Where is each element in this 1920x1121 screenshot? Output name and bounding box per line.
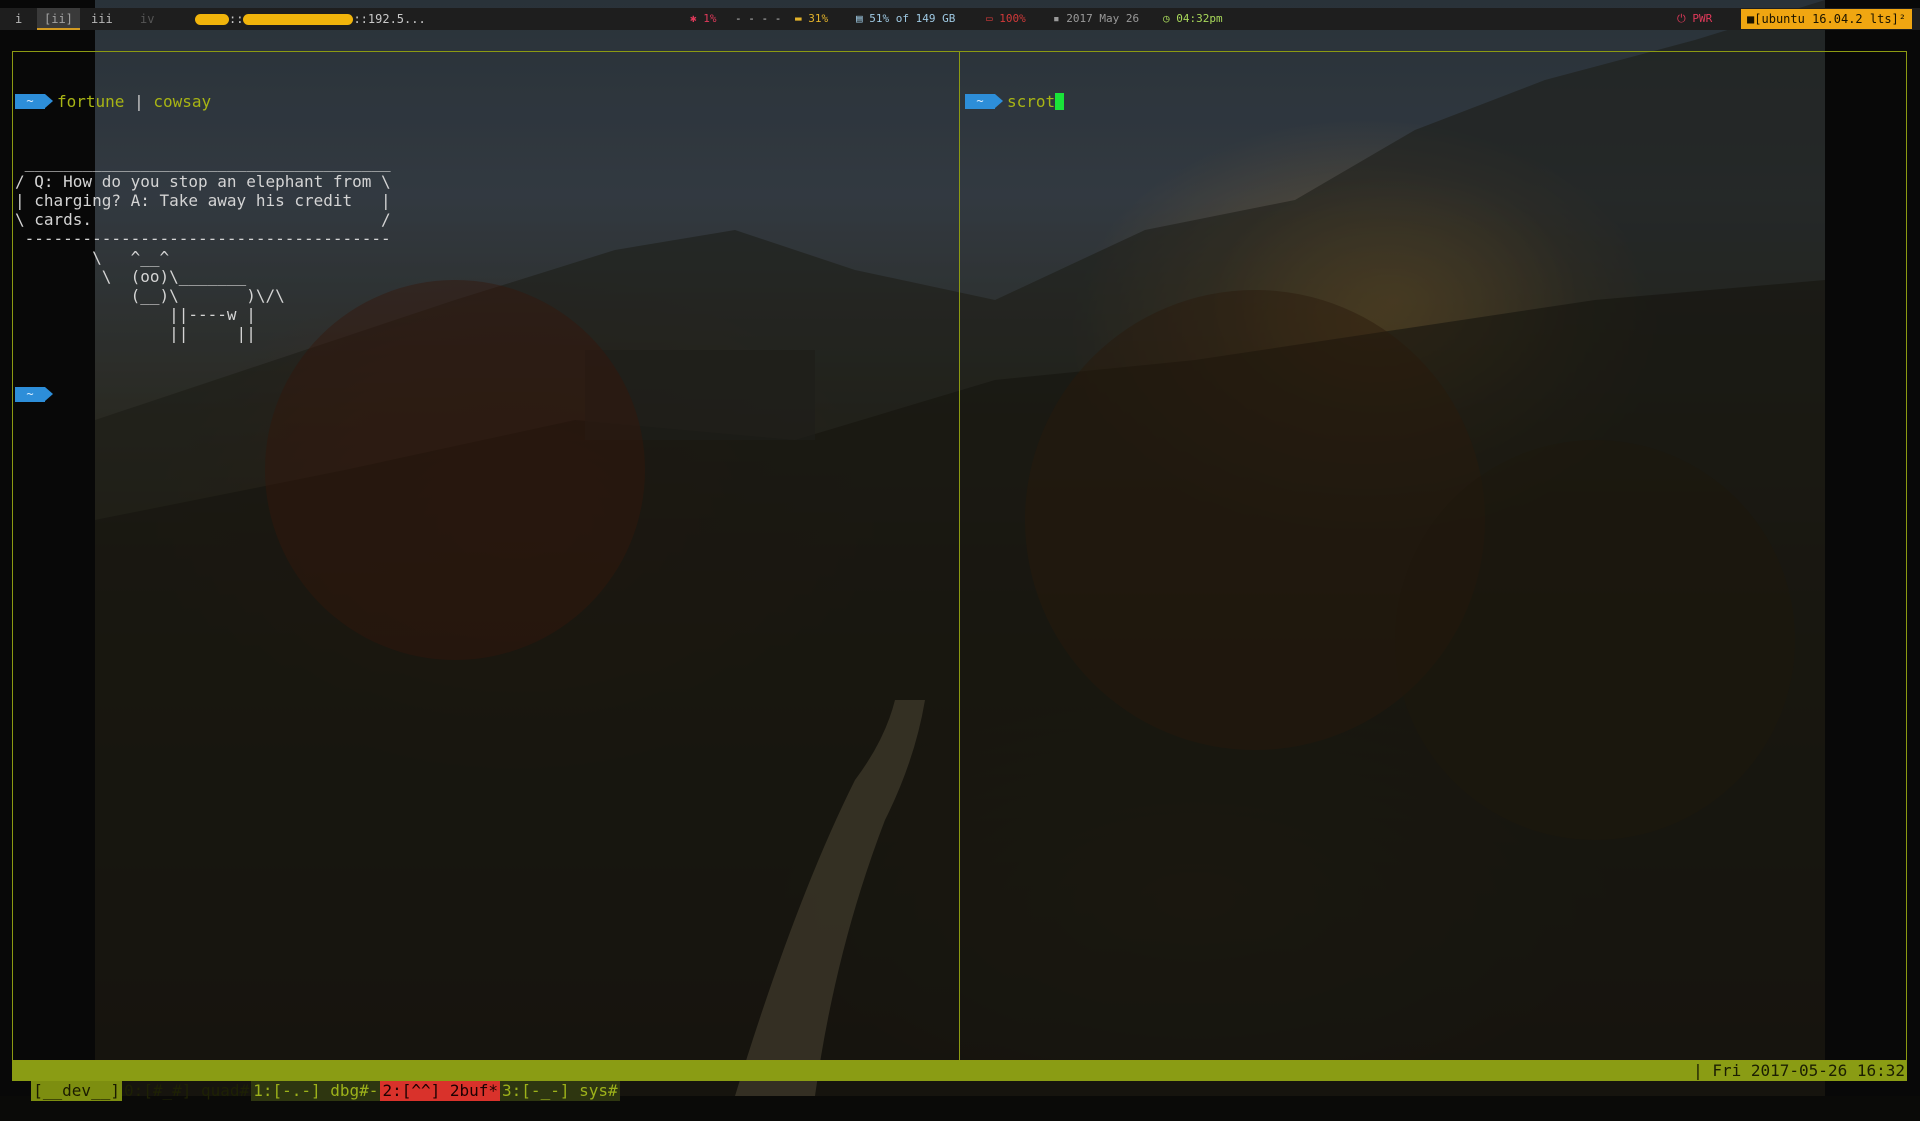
- cpu-widget: ✱ 1%: [690, 12, 717, 25]
- prompt-arrow-icon: ~: [965, 94, 1003, 109]
- prompt-line: ~ scrot: [965, 92, 1065, 111]
- terminal-pane-right[interactable]: ~ scrot: [965, 54, 1065, 130]
- prompt-symbol: ~: [976, 94, 984, 108]
- disk-widget: ▤ 51% of 149 GB: [856, 12, 956, 25]
- redacted-mark: [243, 14, 354, 25]
- disk-value: 51% of 149 GB: [869, 12, 956, 25]
- pane-divider[interactable]: [959, 51, 960, 1061]
- workspace-4[interactable]: iv: [133, 8, 161, 30]
- power-widget: ⏻ PWR: [1677, 12, 1713, 25]
- command-text: cowsay: [153, 92, 212, 111]
- workspace-3[interactable]: iii: [84, 8, 120, 30]
- redacted-mark: [195, 14, 229, 25]
- prompt-line: ~ fortune | cowsay: [15, 92, 391, 111]
- status-datetime: | Fri 2017-05-26 16:32: [1693, 1061, 1905, 1080]
- command-text: fortune: [57, 92, 125, 111]
- battery-widget: ▭ 100%: [986, 12, 1026, 25]
- prompt-arrow-icon: ~: [15, 387, 53, 402]
- text-cursor: [1055, 93, 1065, 110]
- net-widget: - - - -: [735, 12, 782, 25]
- top-status-bar: i [ii] iii iv ::::192.5... ✱ 1% - - - - …: [0, 8, 1920, 30]
- session-name[interactable]: [__dev__]: [31, 1081, 122, 1101]
- os-version: [ubuntu 16.04.2 lts]²: [1754, 12, 1906, 26]
- host-info: ::::192.5...: [195, 8, 426, 30]
- date-value: 2017 May 26: [1066, 12, 1140, 25]
- time-value: 04:32pm: [1176, 12, 1223, 25]
- workspace-1[interactable]: i: [8, 8, 29, 30]
- terminal-pane-left[interactable]: ~ fortune | cowsay ______________________…: [15, 54, 391, 423]
- power-label: PWR: [1692, 12, 1713, 25]
- window-tab-3[interactable]: 3:[-_-] sys#: [500, 1081, 620, 1101]
- prompt-symbol: ~: [26, 94, 34, 108]
- date-widget: ▪ 2017 May 26: [1053, 12, 1140, 25]
- pipe-symbol: |: [134, 92, 144, 111]
- cpu-value: 1%: [703, 12, 717, 25]
- workspace-2[interactable]: [ii]: [37, 8, 80, 30]
- tmux-status-bar: [__dev__] 0:[#_#] quad# 1:[-.-] dbg#- 2:[^^…: [12, 1061, 1907, 1101]
- host-address: ::192.5...: [353, 12, 426, 26]
- cowsay-output: ______________________________________ /…: [15, 153, 391, 343]
- prompt-line: ~: [15, 385, 391, 404]
- window-tab-2[interactable]: 2:[^^] 2buf*: [380, 1081, 501, 1101]
- battery-value: 100%: [999, 12, 1026, 25]
- prompt-arrow-icon: ~: [15, 94, 53, 109]
- os-badge: ■[ubuntu 16.04.2 lts]²: [1741, 9, 1912, 29]
- command-text: scrot: [1007, 92, 1056, 111]
- window-tab-0[interactable]: 0:[#_#] quad#: [122, 1081, 251, 1101]
- mem-value: 31%: [808, 12, 829, 25]
- window-tab-1[interactable]: 1:[-.-] dbg#-: [251, 1081, 381, 1101]
- clock-widget: ◷ 04:32pm: [1163, 12, 1223, 25]
- mem-widget: ▬ 31%: [795, 12, 829, 25]
- prompt-symbol: ~: [26, 387, 34, 401]
